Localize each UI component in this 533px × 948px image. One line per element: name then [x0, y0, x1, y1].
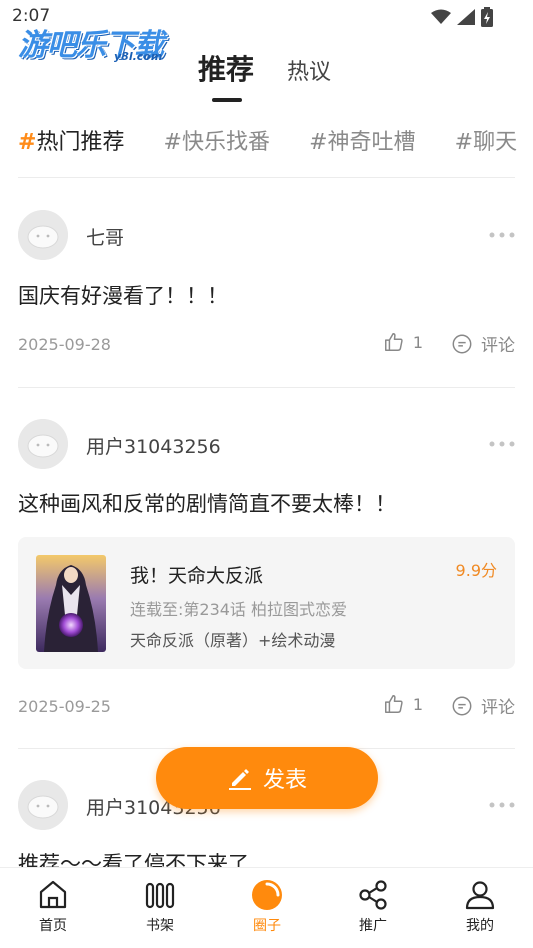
topic-label: 热门推荐: [36, 130, 125, 155]
cellular-signal-icon: [457, 9, 475, 25]
comic-tags: 天命反派（原著）+绘术动漫: [130, 631, 336, 650]
like-button[interactable]: 1: [383, 331, 423, 353]
comic-card[interactable]: 我！天命大反派 9.9分 连载至:第234话 柏拉图式恋爱 天命反派（原著）+绘…: [18, 537, 515, 669]
nav-circle-label: 圈子: [253, 918, 281, 934]
top-tabs: 推荐 热议: [0, 48, 533, 104]
more-options-icon[interactable]: [489, 800, 515, 810]
nav-home-label: 首页: [39, 918, 67, 934]
battery-icon: [481, 7, 493, 27]
post-footer: 2025-09-28 1 评论: [18, 331, 515, 359]
comic-update-info: 连载至:第234话 柏拉图式恋爱: [130, 600, 348, 619]
publish-button[interactable]: 发表: [156, 747, 378, 809]
home-icon: [39, 880, 67, 909]
topic-hash: #: [309, 130, 328, 155]
avatar[interactable]: [18, 419, 68, 469]
topic-hash: #: [163, 130, 182, 155]
divider: [18, 177, 515, 178]
topic-hot-recommend[interactable]: #热门推荐: [18, 124, 124, 156]
topic-happy-find-anime[interactable]: #快乐找番: [164, 124, 270, 156]
comment-button[interactable]: 评论: [451, 331, 515, 356]
status-icons: [431, 7, 493, 27]
nav-promote[interactable]: 推广: [333, 878, 413, 935]
topic-chat[interactable]: #聊天: [455, 124, 517, 156]
nav-bookshelf[interactable]: 书架: [120, 878, 200, 935]
avatar[interactable]: [18, 210, 68, 260]
post-footer: 2025-09-25 1 评论: [18, 693, 515, 721]
topic-label: 快乐找番: [181, 130, 270, 155]
topic-hash: #: [454, 130, 474, 155]
like-count: 1: [412, 694, 423, 714]
topic-tabs: #热门推荐 #快乐找番 #神奇吐槽 #聊天: [18, 124, 533, 164]
user-name[interactable]: 用户31043256: [86, 432, 221, 459]
comment-label: 评论: [481, 336, 515, 356]
comic-score: 9.9分: [455, 561, 497, 580]
share-icon: [359, 880, 387, 910]
user-name[interactable]: 七哥: [86, 223, 124, 250]
divider: [18, 387, 515, 388]
like-count: 1: [412, 332, 423, 352]
nav-home[interactable]: 首页: [13, 878, 93, 935]
post-header: 用户31043256: [18, 419, 515, 471]
tab-indicator: [212, 98, 242, 102]
nav-mine[interactable]: 我的: [440, 878, 520, 935]
thumbs-up-icon: [384, 695, 403, 713]
post-date: 2025-09-28: [18, 335, 111, 354]
default-avatar-icon: [18, 210, 68, 260]
post-header: 七哥: [18, 210, 515, 262]
nav-circle[interactable]: 圈子: [227, 878, 307, 935]
wifi-icon: [431, 9, 451, 24]
tab-hot-discussion[interactable]: 热议: [287, 54, 331, 86]
post-text[interactable]: 这种画风和反常的剧情简直不要太棒！！: [18, 488, 396, 518]
avatar[interactable]: [18, 780, 68, 830]
topic-hash: #: [18, 130, 37, 155]
post-date: 2025-09-25: [18, 697, 111, 716]
post-text[interactable]: 国庆有好漫看了！！！: [18, 280, 228, 310]
comment-label: 评论: [481, 698, 515, 718]
publish-label: 发表: [262, 768, 307, 793]
topic-label: 聊天: [473, 130, 518, 155]
profile-icon: [465, 881, 495, 910]
comment-icon: [452, 696, 472, 715]
pencil-icon: [228, 769, 251, 790]
bottom-nav: 首页 书架 圈子 推广 我的: [0, 867, 533, 948]
comic-title: 我！天命大反派: [130, 565, 264, 587]
more-options-icon[interactable]: [489, 439, 515, 449]
comment-icon: [452, 334, 472, 353]
bookshelf-icon: [145, 882, 175, 909]
topic-label: 神奇吐槽: [327, 130, 416, 155]
comic-cover-image: [36, 555, 106, 652]
comment-button[interactable]: 评论: [451, 693, 515, 718]
more-options-icon[interactable]: [489, 230, 515, 240]
like-button[interactable]: 1: [383, 693, 423, 715]
default-avatar-icon: [18, 419, 68, 469]
nav-promote-label: 推广: [359, 918, 387, 934]
nav-mine-label: 我的: [466, 918, 494, 934]
tab-recommend[interactable]: 推荐: [198, 48, 254, 88]
topic-amazing-rant[interactable]: #神奇吐槽: [309, 124, 415, 156]
nav-bookshelf-label: 书架: [146, 918, 174, 934]
thumbs-up-icon: [384, 333, 403, 351]
default-avatar-icon: [18, 780, 68, 830]
circle-icon: [252, 880, 282, 910]
